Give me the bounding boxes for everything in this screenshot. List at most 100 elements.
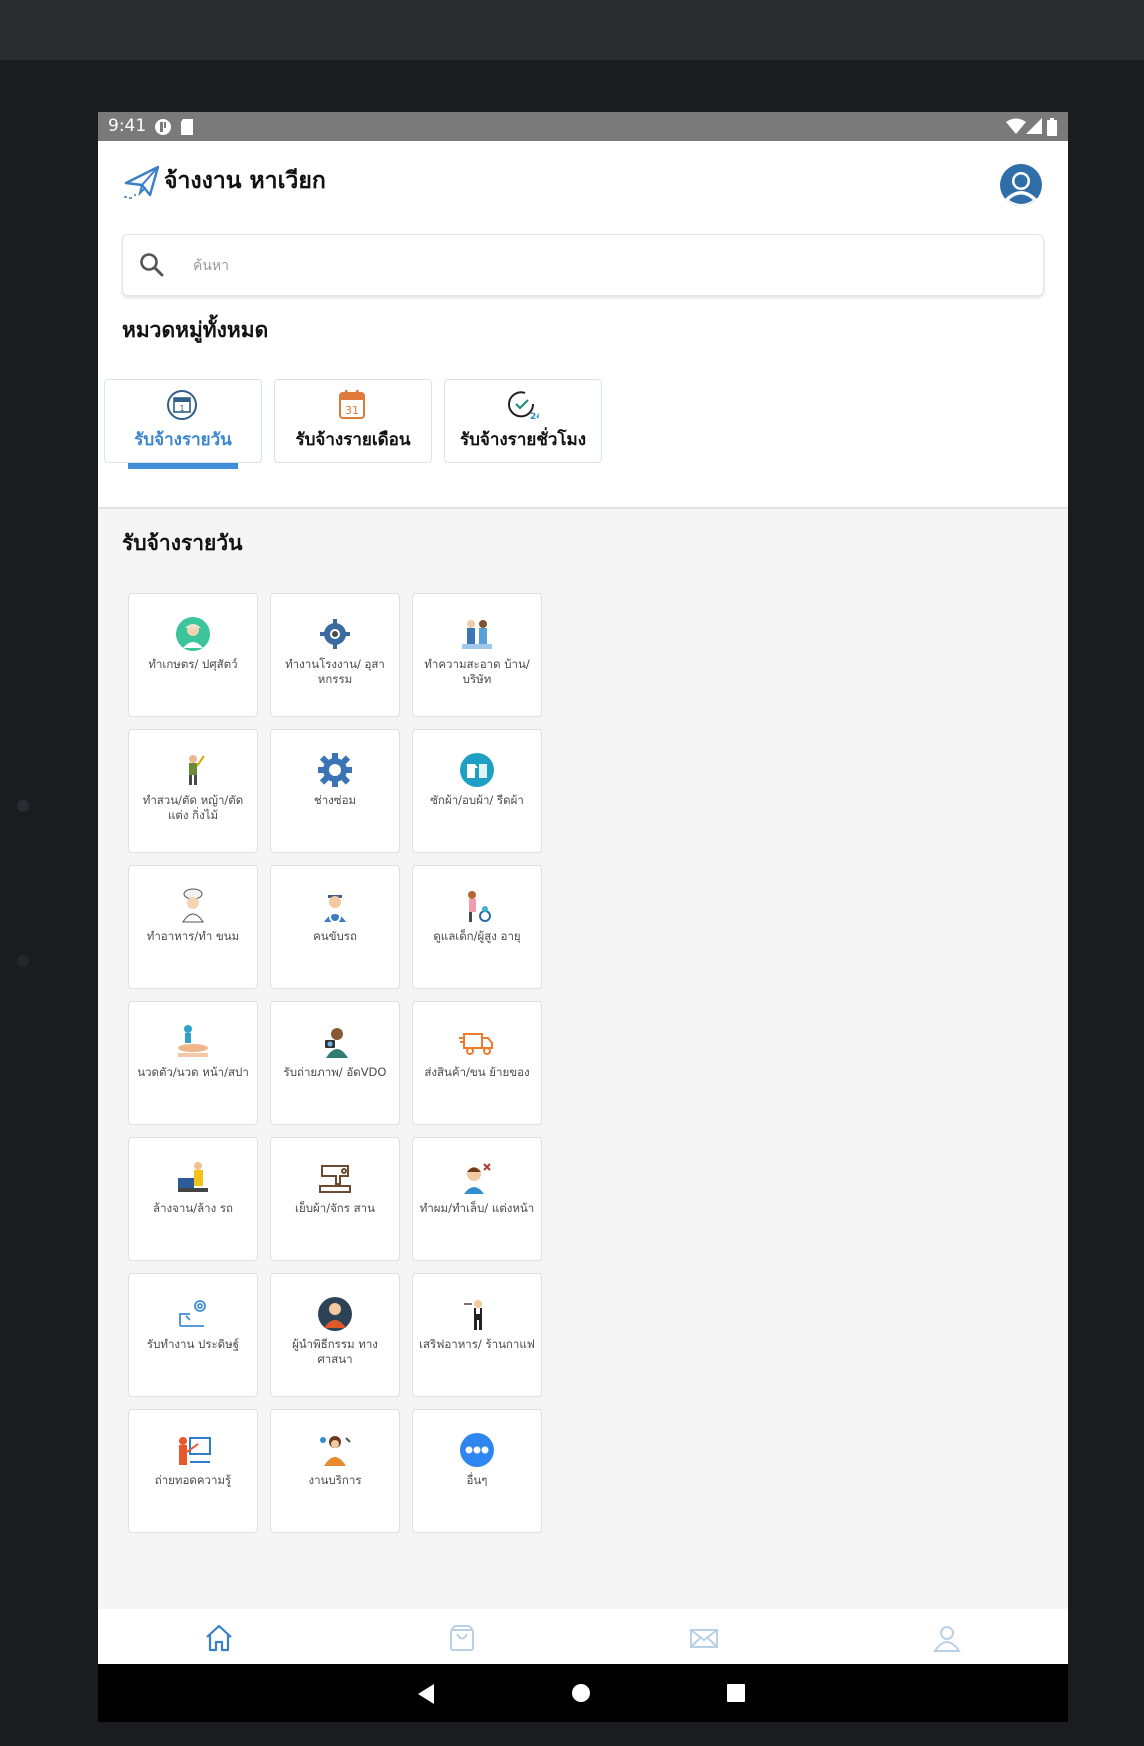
device-sensor [17, 955, 29, 967]
calendar-day-icon: 1 [167, 390, 197, 420]
service-tile-waiter[interactable]: เสริฟอาหาร/ ร้านกาแฟ [412, 1273, 542, 1397]
caregiver-icon [468, 891, 491, 922]
categories-heading: หมวดหมู่ทั้งหมด [122, 318, 269, 342]
delivery-truck-icon [459, 1033, 493, 1055]
service-worker-icon [320, 1436, 351, 1466]
gear-icon [318, 753, 352, 787]
service-label: เย็บผ้า/จักร สาน [295, 1201, 375, 1215]
photographer-icon [325, 1028, 348, 1058]
notification-icon [155, 119, 171, 135]
dishwasher-icon [178, 1162, 208, 1192]
service-tile-religious[interactable]: ผู้นำพิธีกรรม ทางศาสนา [270, 1273, 400, 1397]
status-time: 9:41 [108, 116, 147, 136]
service-tile-gardening[interactable]: ทำสวน/ตัด หญ้า/ตัดแต่ง กิ่งไม้ [128, 729, 258, 853]
farmer-icon [176, 617, 210, 651]
service-label: เสริฟอาหาร/ ร้านกาแฟ [419, 1337, 535, 1351]
sewing-machine-icon [319, 1165, 351, 1193]
home-circle-icon[interactable] [571, 1683, 591, 1703]
service-label: ทำงานโรงงาน/ อุสาหกรรม [285, 657, 385, 686]
tab-daily[interactable]: 1 รับจ้างรายวัน [104, 379, 262, 463]
craft-icon [179, 1300, 206, 1327]
tab-label: รับจ้างรายเดือน [295, 430, 411, 450]
service-tile-others[interactable]: อื่นๆ [412, 1409, 542, 1533]
service-tile-delivery[interactable]: ส่งสินค้า/ขน ย้ายของ [412, 1001, 542, 1125]
search-bar[interactable]: ค้นหา [122, 234, 1044, 296]
tab-hourly[interactable]: 24 รับจ้างรายชั่วโมง [444, 379, 602, 463]
service-tile-driver[interactable]: คนขับรถ [270, 865, 400, 989]
device-bezel [0, 0, 1144, 60]
signal-icon [1026, 118, 1042, 134]
shopping-bag-icon[interactable] [447, 1623, 477, 1653]
service-label: นวดตัว/นวด หน้า/สปา [137, 1065, 249, 1079]
service-label: ทำสวน/ตัด หญ้า/ตัดแต่ง กิ่งไม้ [142, 793, 244, 822]
service-tile-teaching[interactable]: ถ่ายทอดความรู้ [128, 1409, 258, 1533]
service-label: ถ่ายทอดความรู้ [154, 1473, 232, 1487]
hairdresser-icon [464, 1163, 491, 1194]
search-placeholder: ค้นหา [193, 258, 230, 274]
service-tile-cooking[interactable]: ทำอาหาร/ทำ ขนม [128, 865, 258, 989]
app-header: จ้างงาน หาเวียก [98, 141, 1068, 215]
service-label: ทำผม/ทำเล็บ/ แต่งหน้า [419, 1201, 535, 1215]
app-screen: 9:41 จ้างงาน หาเวียก ค้นหา หมวดหมู่ทั้งห… [98, 112, 1068, 1664]
service-tile-washing[interactable]: ล้างจาน/ล้าง รถ [128, 1137, 258, 1261]
service-label: ดูแลเด็ก/ผู้สูง อายุ [433, 929, 521, 943]
svg-text:1: 1 [179, 404, 184, 413]
service-label: ทำอาหาร/ทำ ขนม [146, 929, 240, 943]
service-label: ช่างซ่อม [313, 793, 357, 807]
clock-24-icon: 24 [508, 391, 539, 420]
tab-label: รับจ้างรายวัน [134, 430, 232, 450]
chef-icon [182, 888, 204, 923]
service-label: ทำความสะอาด บ้าน/บริษัท [424, 657, 530, 686]
cleaner-icon [462, 620, 492, 649]
sd-card-icon [181, 119, 193, 135]
service-tile-cleaning[interactable]: ทำความสะอาด บ้าน/บริษัท [412, 593, 542, 717]
bottom-navigation [98, 1609, 1068, 1664]
service-tile-photo[interactable]: รับถ่ายภาพ/ อัดVDO [270, 1001, 400, 1125]
service-tile-laundry[interactable]: ซักผ้า/อบผ้า/ รีดผ้า [412, 729, 542, 853]
wifi-icon [1006, 118, 1026, 134]
service-label: งานบริการ [308, 1473, 362, 1487]
monk-icon [318, 1297, 352, 1331]
waiter-icon [464, 1300, 482, 1330]
home-icon[interactable] [204, 1623, 234, 1653]
service-tile-caregiver[interactable]: ดูแลเด็ก/ผู้สูง อายุ [412, 865, 542, 989]
user-avatar-icon[interactable] [999, 163, 1043, 207]
app-title: จ้างงาน หาเวียก [164, 168, 326, 194]
service-tile-massage[interactable]: นวดตัว/นวด หน้า/สปา [128, 1001, 258, 1125]
massage-icon [178, 1025, 208, 1057]
mail-icon[interactable] [689, 1623, 719, 1653]
service-tile-sewing[interactable]: เย็บผ้า/จักร สาน [270, 1137, 400, 1261]
system-navigation-bar [98, 1664, 1068, 1722]
battery-icon [1047, 118, 1057, 136]
recents-icon[interactable] [727, 1684, 745, 1702]
more-dots-icon [460, 1433, 494, 1467]
service-label: ทำเกษตร/ ปศุสัตว์ [148, 657, 238, 671]
service-label: ล้างจาน/ล้าง รถ [153, 1201, 233, 1215]
service-tile-factory[interactable]: ทำงานโรงงาน/ อุสาหกรรม [270, 593, 400, 717]
service-label: ซักผ้า/อบผ้า/ รีดผ้า [430, 793, 524, 807]
gardener-icon [189, 755, 205, 785]
service-tile-service[interactable]: งานบริการ [270, 1409, 400, 1533]
calendar-31-icon: 31 [339, 390, 365, 419]
active-tab-indicator [128, 463, 238, 469]
service-label: ส่งสินค้า/ขน ย้ายของ [424, 1065, 530, 1079]
service-label: รับทำงาน ประดิษฐ์ [146, 1337, 240, 1351]
service-label: รับถ่ายภาพ/ อัดVDO [283, 1065, 387, 1079]
paper-plane-icon [124, 165, 160, 199]
device-sensor [17, 800, 29, 812]
search-icon [140, 253, 164, 277]
back-icon[interactable] [416, 1683, 436, 1705]
teacher-icon [179, 1437, 211, 1465]
service-tile-craft[interactable]: รับทำงาน ประดิษฐ์ [128, 1273, 258, 1397]
status-bar: 9:41 [98, 112, 1068, 141]
service-tile-repair[interactable]: ช่างซ่อม [270, 729, 400, 853]
section-heading: รับจ้างรายวัน [122, 531, 243, 555]
tab-label: รับจ้างรายชั่วโมง [459, 430, 587, 450]
profile-icon[interactable] [932, 1623, 962, 1653]
service-tile-beauty[interactable]: ทำผม/ทำเล็บ/ แต่งหน้า [412, 1137, 542, 1261]
service-tile-farming[interactable]: ทำเกษตร/ ปศุสัตว์ [128, 593, 258, 717]
svg-text:24: 24 [530, 412, 539, 420]
driver-icon [324, 895, 346, 923]
factory-gear-icon [320, 619, 350, 649]
tab-monthly[interactable]: 31 รับจ้างรายเดือน [274, 379, 432, 463]
